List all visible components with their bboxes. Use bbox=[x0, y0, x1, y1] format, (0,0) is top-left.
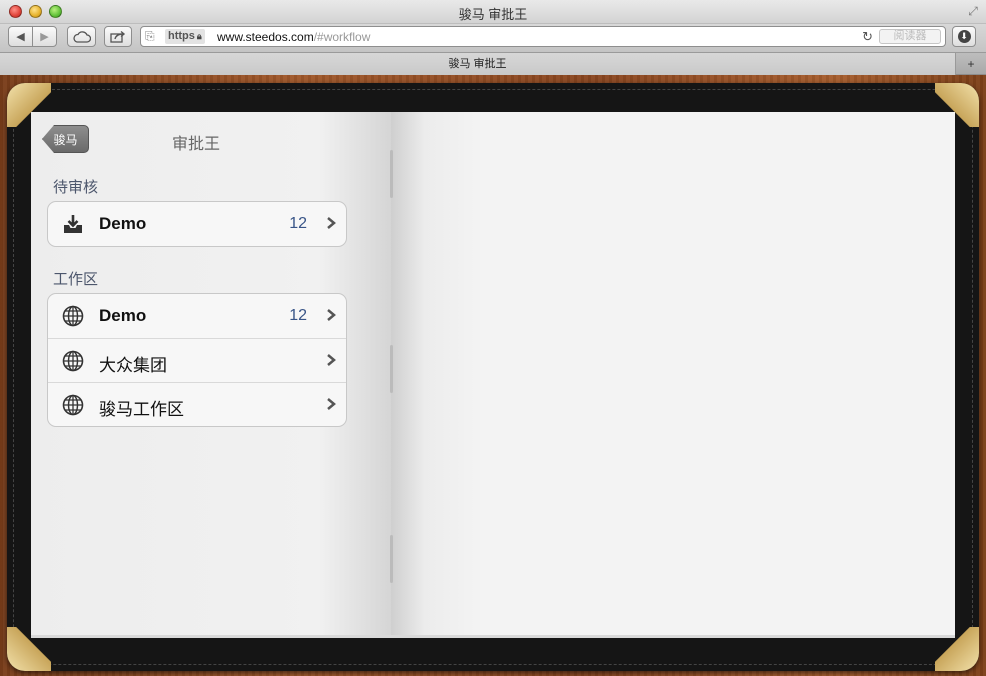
new-tab-button[interactable]: + bbox=[955, 53, 986, 75]
reload-icon[interactable]: ↻ bbox=[862, 29, 873, 45]
chevron-right-icon bbox=[327, 217, 336, 229]
site-icon: ⎘ bbox=[145, 29, 155, 43]
download-arrow-icon: ⬇ bbox=[957, 30, 971, 43]
binding-ring bbox=[390, 535, 393, 583]
workspace-list: Demo 12 大众集团 骏马工作区 bbox=[47, 293, 347, 427]
triangle-left-icon: ◀ bbox=[16, 31, 25, 43]
icloud-tabs-button[interactable] bbox=[67, 26, 96, 47]
list-item-label: Demo bbox=[99, 214, 147, 233]
url-host: www.steedos.com bbox=[217, 30, 314, 44]
binding-ring bbox=[390, 150, 393, 198]
window-titlebar: 骏马 审批王 ⤢ bbox=[0, 0, 986, 24]
active-tab[interactable]: 骏马 审批王 bbox=[0, 53, 955, 75]
plus-icon: + bbox=[967, 57, 975, 71]
url-hash: /#workflow bbox=[313, 30, 371, 44]
list-item-count: 12 bbox=[289, 307, 307, 324]
list-item-workspace-demo[interactable]: Demo 12 bbox=[48, 294, 346, 338]
window-title: 骏马 审批王 bbox=[458, 7, 528, 22]
fullscreen-icon[interactable]: ⤢ bbox=[966, 4, 980, 18]
list-item-label: Demo bbox=[99, 306, 147, 325]
pending-list: Demo 12 bbox=[47, 201, 347, 247]
share-button[interactable] bbox=[104, 26, 132, 47]
url-text[interactable]: www.steedos.com/#workflow bbox=[217, 30, 370, 44]
share-icon bbox=[110, 30, 126, 43]
chevron-right-icon bbox=[327, 309, 336, 321]
list-item-label: 骏马工作区 bbox=[99, 400, 184, 419]
globe-icon bbox=[62, 305, 84, 327]
list-item-pending-demo[interactable]: Demo 12 bbox=[48, 202, 346, 246]
browser-toolbar: ◀ ▶ ⎘ https 🔒︎ www.steedos.com/#workflow … bbox=[0, 24, 986, 52]
chevron-right-icon bbox=[327, 398, 336, 410]
reader-button[interactable]: 阅读器 bbox=[879, 29, 941, 44]
back-nav-button[interactable]: ◀ bbox=[8, 26, 33, 47]
lock-icon: 🔒︎ bbox=[196, 31, 202, 41]
cloud-icon bbox=[72, 30, 91, 43]
download-tray-icon bbox=[64, 215, 82, 233]
globe-icon bbox=[62, 350, 84, 372]
triangle-right-icon: ▶ bbox=[40, 31, 49, 43]
https-badge: https 🔒︎ bbox=[165, 29, 205, 44]
section-header-workspace: 工作区 bbox=[53, 271, 99, 288]
page-title: 审批王 bbox=[171, 136, 220, 153]
globe-icon bbox=[62, 394, 84, 416]
list-item-workspace-junma[interactable]: 骏马工作区 bbox=[48, 382, 346, 426]
address-bar[interactable]: ⎘ https 🔒︎ www.steedos.com/#workflow ↻ 阅读… bbox=[140, 26, 946, 47]
chevron-right-icon bbox=[327, 354, 336, 366]
forward-nav-button[interactable]: ▶ bbox=[32, 26, 57, 47]
binding-ring bbox=[390, 345, 393, 393]
right-page bbox=[391, 112, 955, 638]
downloads-button[interactable]: ⬇ bbox=[952, 26, 976, 47]
tab-bar: 骏马 审批王 + bbox=[0, 52, 986, 75]
list-item-count: 12 bbox=[289, 215, 307, 232]
section-header-pending: 待审核 bbox=[53, 179, 99, 196]
list-item-label: 大众集团 bbox=[99, 356, 167, 375]
list-item-workspace-dazhong[interactable]: 大众集团 bbox=[48, 338, 346, 382]
